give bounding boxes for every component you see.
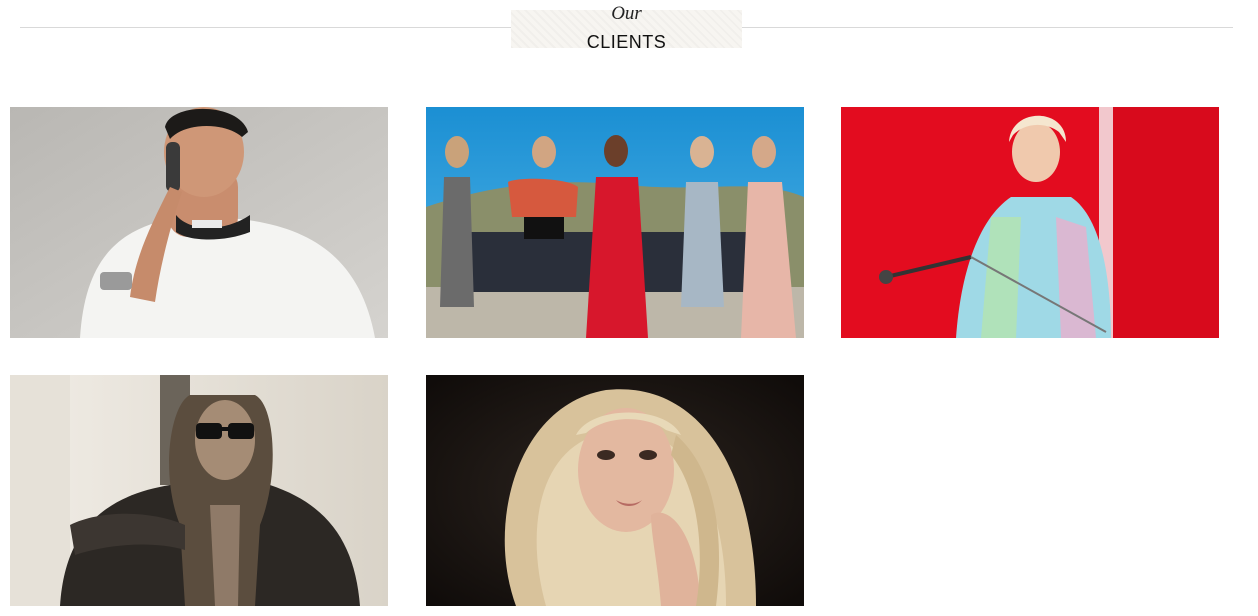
client-card-3[interactable] [841, 107, 1219, 338]
client-photo-4 [10, 375, 388, 606]
section-subtitle: Our [611, 3, 642, 24]
client-photo-2 [426, 107, 804, 338]
client-photo-5 [426, 375, 804, 606]
client-card-5[interactable] [426, 375, 804, 606]
client-photo-1 [10, 107, 388, 338]
client-card-1[interactable] [10, 107, 388, 338]
section-title: CLIENTS [586, 32, 667, 52]
section-heading: Our CLIENTS [511, 4, 742, 52]
client-card-2[interactable] [426, 107, 804, 338]
client-card-4[interactable] [10, 375, 388, 606]
clients-section: Our CLIENTS [0, 0, 1258, 616]
client-photo-3 [841, 107, 1219, 338]
